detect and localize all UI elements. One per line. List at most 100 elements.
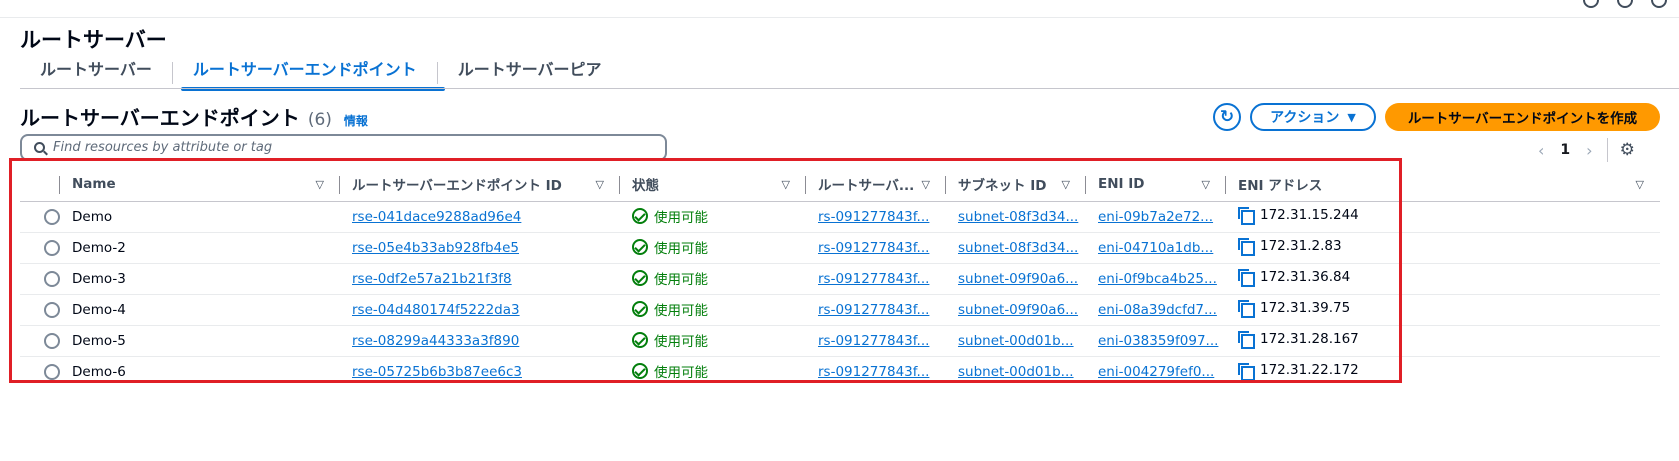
column-header-route-server[interactable]: ルートサーバ... ▽ <box>806 168 946 202</box>
row-select[interactable] <box>20 263 60 295</box>
gear-icon[interactable]: ⚙ <box>1620 140 1635 160</box>
search-input[interactable] <box>53 140 633 155</box>
copy-icon[interactable] <box>1238 269 1255 288</box>
status-text: 使用可能 <box>654 271 708 288</box>
route-server-link[interactable]: rs-091277843f... <box>818 333 929 349</box>
eni-id-link[interactable]: eni-0f9bca4b25... <box>1098 271 1217 287</box>
eni-id-link[interactable]: eni-004279fef0... <box>1098 364 1214 380</box>
subnet-link[interactable]: subnet-08f3d34... <box>958 209 1078 225</box>
column-header-eni-id[interactable]: ENI ID ▽ <box>1086 168 1226 202</box>
tab-route-server-endpoints[interactable]: ルートサーバーエンドポイント <box>173 58 445 91</box>
endpoints-table: Name ▽ ルートサーバーエンドポイント ID ▽ 状態 ▽ ルートサーバ... ▽ … <box>20 168 1660 387</box>
check-circle-icon <box>632 362 648 379</box>
cell-eni-id: eni-0f9bca4b25... <box>1086 263 1226 295</box>
radio-button[interactable] <box>44 301 60 318</box>
copy-icon[interactable] <box>1238 331 1255 350</box>
eni-address-text: 172.31.28.167 <box>1260 330 1359 347</box>
table-row[interactable]: Demo-3 rse-0df2e57a21b21f3f8 使用可能 rs-091277… <box>20 263 1660 295</box>
sort-icon: ▽ <box>315 177 324 191</box>
subnet-link[interactable]: subnet-00d01b... <box>958 333 1074 349</box>
cell-route-server: rs-091277843f... <box>806 201 946 233</box>
settings-icon[interactable] <box>1617 0 1633 8</box>
cell-endpoint-id: rse-04d480174f5222da3 <box>340 294 620 326</box>
sort-icon: ▽ <box>1201 177 1210 191</box>
table-row[interactable]: Demo-2 rse-05e4b33ab928fb4e5 使用可能 rs-091277… <box>20 232 1660 264</box>
copy-icon[interactable] <box>1238 300 1255 319</box>
info-link[interactable]: 情報 <box>344 112 368 129</box>
column-header-status[interactable]: 状態 ▽ <box>620 168 806 202</box>
endpoint-id-link[interactable]: rse-05725b6b3b87ee6c3 <box>352 364 522 380</box>
radio-button[interactable] <box>44 363 60 380</box>
radio-button[interactable] <box>44 270 60 287</box>
eni-id-link[interactable]: eni-04710a1db... <box>1098 240 1213 256</box>
route-server-link[interactable]: rs-091277843f... <box>818 209 929 225</box>
tab-route-servers[interactable]: ルートサーバー <box>20 58 172 88</box>
column-header-eni-address[interactable]: ENI アドレス ▽ <box>1226 168 1660 202</box>
subnet-link[interactable]: subnet-09f90a6... <box>958 302 1078 318</box>
endpoint-id-link[interactable]: rse-04d480174f5222da3 <box>352 302 520 318</box>
eni-id-link[interactable]: eni-08a39dcfd7... <box>1098 302 1217 318</box>
route-server-link[interactable]: rs-091277843f... <box>818 364 929 380</box>
table-row[interactable]: Demo-4 rse-04d480174f5222da3 使用可能 rs-091277… <box>20 294 1660 326</box>
cell-name: Demo <box>60 201 340 233</box>
status-text: 使用可能 <box>654 333 708 350</box>
cell-endpoint-id: rse-08299a44333a3f890 <box>340 325 620 357</box>
notifications-icon[interactable] <box>1583 0 1599 8</box>
row-select[interactable] <box>20 201 60 233</box>
column-header-name[interactable]: Name ▽ <box>60 168 340 202</box>
eni-id-link[interactable]: eni-038359f097... <box>1098 333 1218 349</box>
route-server-link[interactable]: rs-091277843f... <box>818 240 929 256</box>
create-endpoint-button[interactable]: ルートサーバーエンドポイントを作成 <box>1385 103 1660 131</box>
pager-divider <box>1606 138 1608 162</box>
cell-eni-address: 172.31.22.172 <box>1226 356 1660 387</box>
current-page[interactable]: 1 <box>1560 142 1570 158</box>
row-select[interactable] <box>20 325 60 357</box>
cell-eni-id: eni-09b7a2e72... <box>1086 201 1226 233</box>
next-page-icon[interactable]: › <box>1586 141 1592 160</box>
table-header-row: Name ▽ ルートサーバーエンドポイント ID ▽ 状態 ▽ ルートサーバ... ▽ … <box>20 168 1660 202</box>
table-row[interactable]: Demo-6 rse-05725b6b3b87ee6c3 使用可能 rs-091277… <box>20 356 1660 387</box>
row-select[interactable] <box>20 294 60 326</box>
cell-name: Demo-3 <box>60 263 340 295</box>
cell-route-server: rs-091277843f... <box>806 232 946 264</box>
table-row[interactable]: Demo rse-041dace9288ad96e4 使用可能 rs-09127784… <box>20 201 1660 233</box>
cell-name: Demo-2 <box>60 232 340 264</box>
subnet-link[interactable]: subnet-08f3d34... <box>958 240 1078 256</box>
cell-status: 使用可能 <box>620 263 806 295</box>
endpoint-id-link[interactable]: rse-08299a44333a3f890 <box>352 333 519 349</box>
tab-route-server-peers[interactable]: ルートサーバーピア <box>438 58 622 88</box>
copy-icon[interactable] <box>1238 238 1255 257</box>
copy-icon[interactable] <box>1238 362 1255 381</box>
check-circle-icon <box>632 238 648 255</box>
caret-down-icon: ▼ <box>1347 110 1356 124</box>
help-icon[interactable] <box>1651 0 1667 8</box>
endpoint-id-link[interactable]: rse-05e4b33ab928fb4e5 <box>352 240 519 256</box>
cell-eni-id: eni-08a39dcfd7... <box>1086 294 1226 326</box>
route-server-link[interactable]: rs-091277843f... <box>818 302 929 318</box>
cell-endpoint-id: rse-0df2e57a21b21f3f8 <box>340 263 620 295</box>
subnet-link[interactable]: subnet-09f90a6... <box>958 271 1078 287</box>
column-header-endpoint-id[interactable]: ルートサーバーエンドポイント ID ▽ <box>340 168 620 202</box>
cell-subnet: subnet-09f90a6... <box>946 294 1086 326</box>
eni-address-text: 172.31.15.244 <box>1260 206 1359 223</box>
radio-button[interactable] <box>44 239 60 256</box>
radio-button[interactable] <box>44 332 60 349</box>
prev-page-icon[interactable]: ‹ <box>1538 141 1544 160</box>
subnet-link[interactable]: subnet-00d01b... <box>958 364 1074 380</box>
endpoint-id-link[interactable]: rse-041dace9288ad96e4 <box>352 209 521 225</box>
row-select[interactable] <box>20 232 60 264</box>
actions-label: アクション <box>1270 110 1340 126</box>
row-select[interactable] <box>20 356 60 387</box>
endpoint-id-link[interactable]: rse-0df2e57a21b21f3f8 <box>352 271 512 287</box>
column-header-subnet-id[interactable]: サブネット ID ▽ <box>946 168 1086 202</box>
radio-button[interactable] <box>44 208 60 225</box>
tab-bar: ルートサーバー ルートサーバーエンドポイント ルートサーバーピア <box>20 58 622 91</box>
sort-icon: ▽ <box>595 177 604 191</box>
actions-button[interactable]: アクション ▼ <box>1250 103 1376 131</box>
route-server-link[interactable]: rs-091277843f... <box>818 271 929 287</box>
eni-id-link[interactable]: eni-09b7a2e72... <box>1098 209 1213 225</box>
top-icons <box>1583 0 1667 8</box>
copy-icon[interactable] <box>1238 207 1255 226</box>
table-row[interactable]: Demo-5 rse-08299a44333a3f890 使用可能 rs-091277… <box>20 325 1660 357</box>
refresh-button[interactable]: ↻ <box>1213 103 1241 131</box>
